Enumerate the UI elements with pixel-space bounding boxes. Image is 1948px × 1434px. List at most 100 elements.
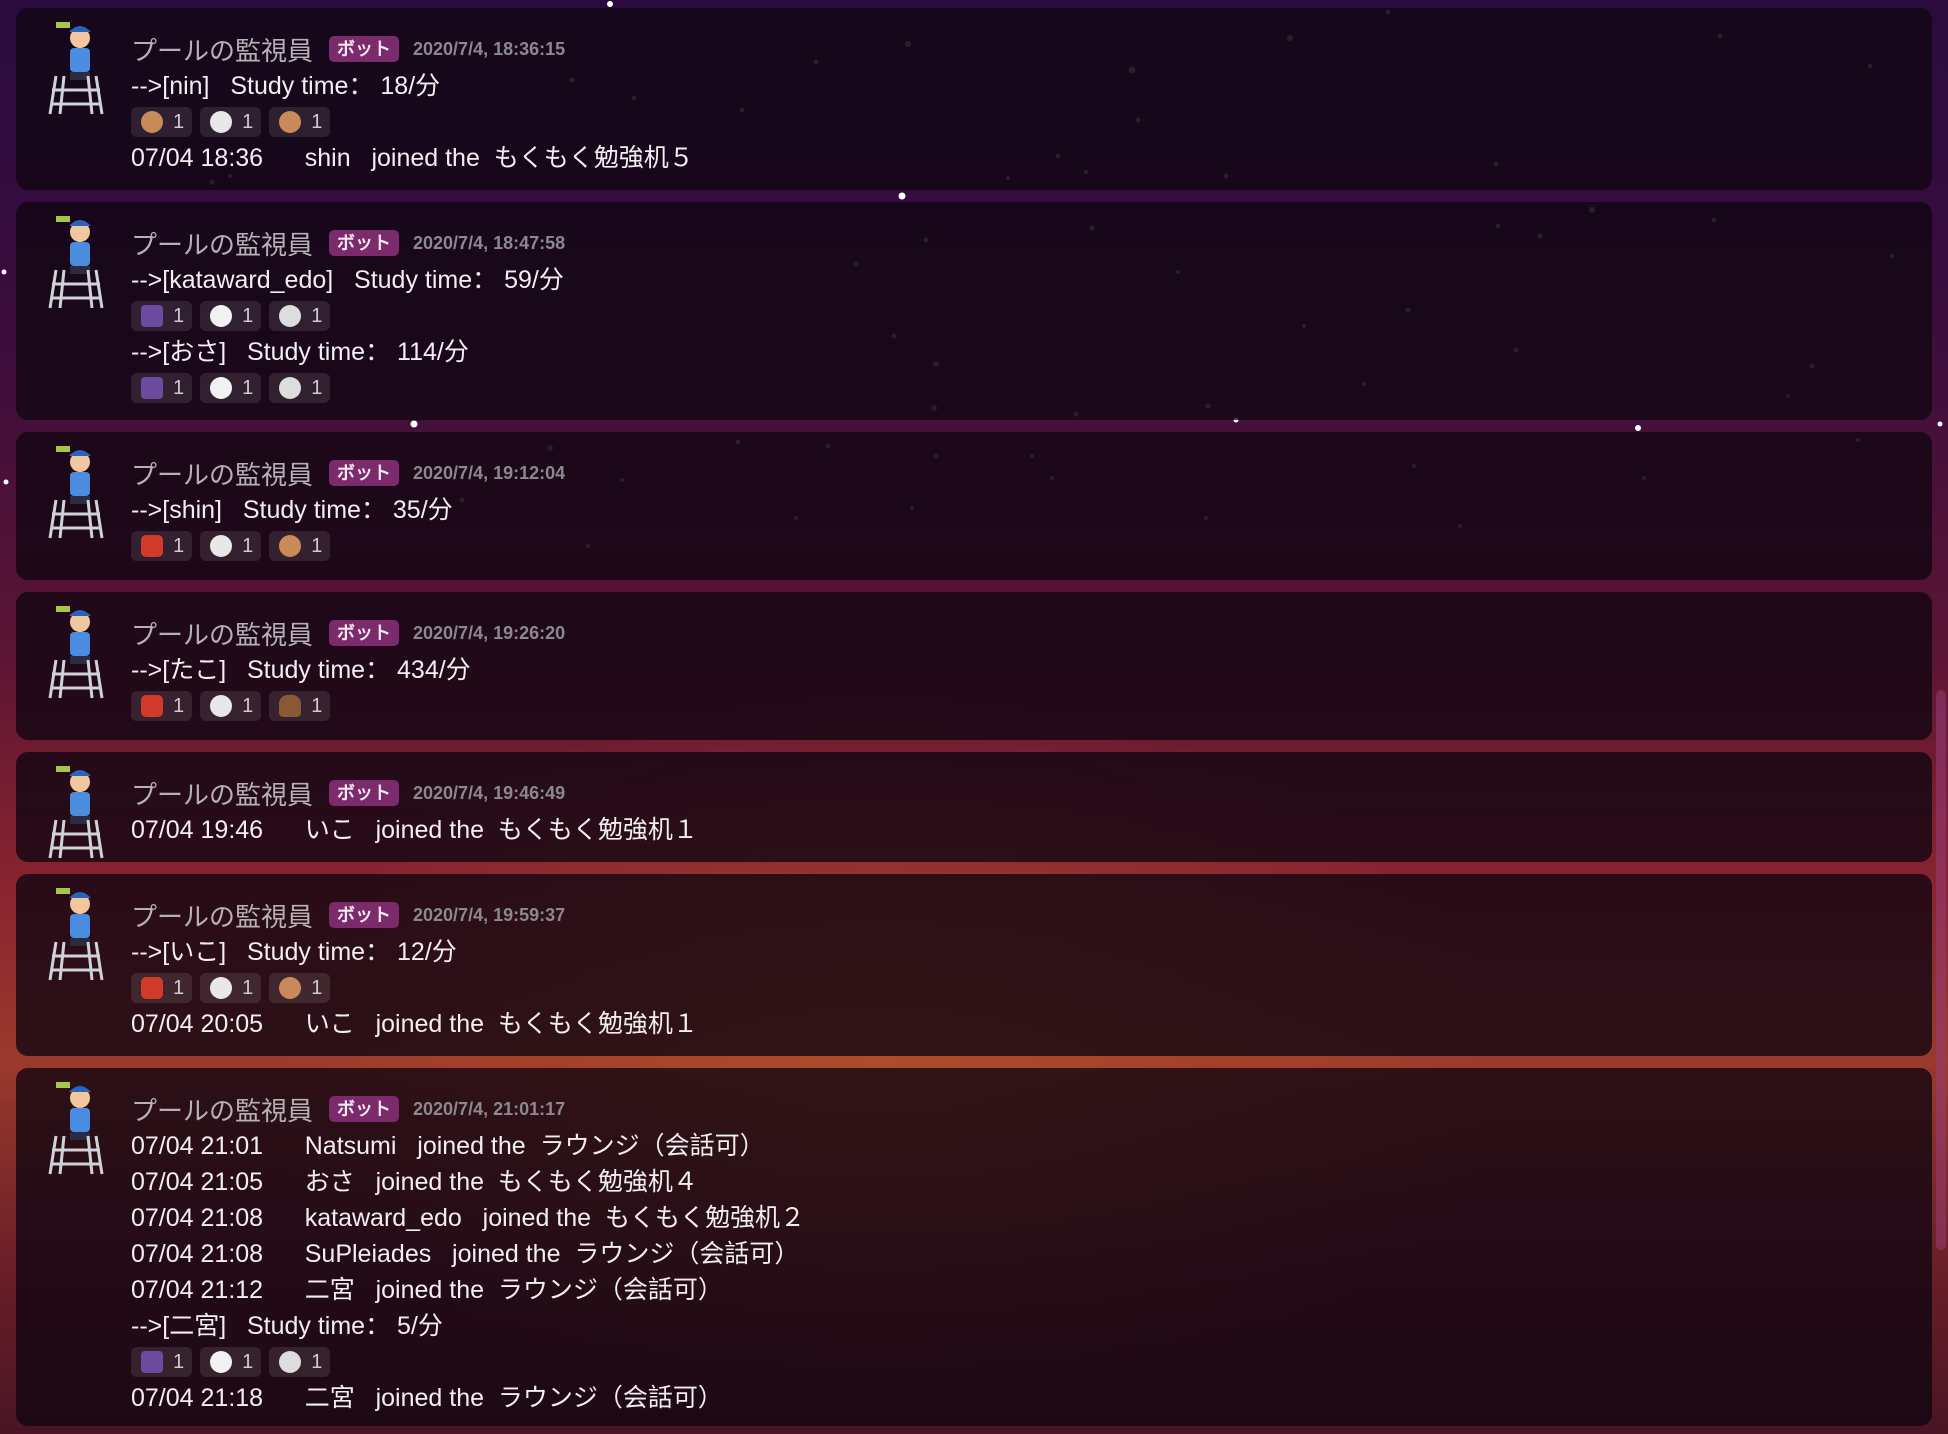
reaction[interactable]: 1	[200, 691, 262, 721]
reaction[interactable]: 1	[131, 1347, 193, 1377]
skull-icon	[210, 695, 233, 717]
message-line: 07/04 18:36 shin joined the もくもく勉強机５	[131, 144, 694, 172]
reaction-bar: 1 1 1	[131, 970, 1912, 1006]
reaction[interactable]: 1	[269, 301, 331, 331]
reaction[interactable]: 1	[269, 107, 331, 137]
reaction-bar: 1 1 1	[131, 104, 1912, 140]
reaction[interactable]: 1	[131, 691, 193, 721]
reaction[interactable]: 1	[200, 373, 262, 403]
bot-badge: ボット	[329, 1096, 400, 1122]
reaction-bar: 1 1 1	[131, 298, 1912, 334]
skull-icon	[210, 111, 233, 133]
message-timestamp: 2020/7/4, 19:26:20	[413, 622, 566, 643]
see-no-evil-monkey-icon	[141, 111, 163, 133]
author-name[interactable]: プールの監視員	[131, 31, 313, 68]
bot-badge: ボット	[329, 780, 400, 806]
reaction[interactable]: 1	[200, 107, 262, 137]
author-name[interactable]: プールの監視員	[131, 225, 313, 262]
lifeguard-avatar[interactable]	[42, 16, 110, 116]
reaction[interactable]: 1	[200, 973, 262, 1003]
author-name[interactable]: プールの監視員	[131, 615, 313, 652]
reaction[interactable]: 1	[131, 531, 193, 561]
message: プールの監視員 ボット 2020/7/4, 18:47:58 -->[kataw…	[16, 202, 1932, 420]
message: プールの監視員 ボット 2020/7/4, 19:26:20 -->[たこ] S…	[16, 592, 1932, 740]
reaction[interactable]: 1	[269, 973, 331, 1003]
alien-monster-icon	[141, 305, 163, 327]
lifeguard-avatar[interactable]	[42, 760, 110, 860]
reaction[interactable]: 1	[131, 107, 193, 137]
message-line: -->[いこ] Study time： 12/分	[131, 938, 457, 966]
scrollbar-thumb[interactable]	[1936, 690, 1946, 1250]
reaction[interactable]: 1	[200, 1347, 262, 1377]
message-line: 07/04 21:18 二宮 joined the ラウンジ（会話可）	[131, 1384, 723, 1412]
bot-badge: ボット	[329, 460, 400, 486]
ogre-icon	[141, 977, 163, 999]
clown-icon	[210, 377, 233, 399]
reaction[interactable]: 1	[200, 531, 262, 561]
reaction[interactable]: 1	[131, 301, 193, 331]
message-line: -->[nin] Study time： 18/分	[131, 72, 441, 100]
reaction-bar: 1 1 1	[131, 688, 1912, 724]
reaction-bar: 1 1 1	[131, 1344, 1912, 1380]
bot-badge: ボット	[329, 620, 400, 646]
message: プールの監視員 ボット 2020/7/4, 18:36:15 -->[nin] …	[16, 8, 1932, 190]
see-no-evil-monkey-icon	[279, 535, 302, 557]
clown-icon	[210, 1351, 233, 1373]
message-timestamp: 2020/7/4, 19:46:49	[413, 782, 566, 803]
alien-monster-icon	[141, 1351, 163, 1373]
author-name[interactable]: プールの監視員	[131, 897, 313, 934]
author-name[interactable]: プールの監視員	[131, 1091, 313, 1128]
message-timestamp: 2020/7/4, 18:47:58	[413, 232, 566, 253]
message-timestamp: 2020/7/4, 21:01:17	[413, 1098, 566, 1119]
message: プールの監視員 ボット 2020/7/4, 21:01:17 07/04 21:…	[16, 1068, 1932, 1426]
ghost-icon	[279, 1351, 302, 1373]
ogre-icon	[141, 695, 163, 717]
message-line: -->[たこ] Study time： 434/分	[131, 656, 471, 684]
message-line: 07/04 21:05 おさ joined the もくもく勉強机４	[131, 1168, 698, 1196]
message-line: 07/04 21:12 二宮 joined the ラウンジ（会話可）	[131, 1276, 723, 1304]
reaction[interactable]: 1	[131, 373, 193, 403]
skull-icon	[210, 535, 233, 557]
message-line: 07/04 19:46 いこ joined the もくもく勉強机１	[131, 816, 698, 844]
message: プールの監視員 ボット 2020/7/4, 19:12:04 -->[shin]…	[16, 432, 1932, 580]
lifeguard-avatar[interactable]	[42, 600, 110, 700]
reaction[interactable]: 1	[269, 373, 331, 403]
message-line: -->[二宮] Study time： 5/分	[131, 1312, 443, 1340]
reaction-bar: 1 1 1	[131, 528, 1912, 564]
lifeguard-avatar[interactable]	[42, 440, 110, 540]
message-timestamp: 2020/7/4, 18:36:15	[413, 38, 566, 59]
message: プールの監視員 ボット 2020/7/4, 19:46:49 07/04 19:…	[16, 752, 1932, 862]
message-line: -->[おさ] Study time： 114/分	[131, 338, 469, 366]
poop-icon	[279, 695, 302, 717]
message: プールの監視員 ボット 2020/7/4, 19:59:37 -->[いこ] S…	[16, 874, 1932, 1056]
see-no-evil-monkey-icon	[279, 977, 302, 999]
skull-icon	[210, 977, 233, 999]
lifeguard-avatar[interactable]	[42, 1076, 110, 1176]
reaction[interactable]: 1	[131, 973, 193, 1003]
author-name[interactable]: プールの監視員	[131, 455, 313, 492]
reaction-bar: 1 1 1	[131, 370, 1912, 406]
alien-monster-icon	[141, 377, 163, 399]
message-line: 07/04 21:08 SuPleiades joined the ラウンジ（会…	[131, 1240, 800, 1268]
message-line: 07/04 21:08 kataward_edo joined the もくもく…	[131, 1204, 805, 1232]
lifeguard-avatar[interactable]	[42, 210, 110, 310]
bot-badge: ボット	[329, 230, 400, 256]
reaction[interactable]: 1	[200, 301, 262, 331]
author-name[interactable]: プールの監視員	[131, 775, 313, 812]
see-no-evil-monkey-icon	[279, 111, 302, 133]
reaction[interactable]: 1	[269, 1347, 331, 1377]
reaction[interactable]: 1	[269, 691, 331, 721]
ghost-icon	[279, 377, 302, 399]
message-timestamp: 2020/7/4, 19:12:04	[413, 462, 566, 483]
ghost-icon	[279, 305, 302, 327]
message-line: -->[kataward_edo] Study time： 59/分	[131, 266, 564, 294]
message-timestamp: 2020/7/4, 19:59:37	[413, 904, 566, 925]
message-line: -->[shin] Study time： 35/分	[131, 496, 453, 524]
reaction[interactable]: 1	[269, 531, 331, 561]
lifeguard-avatar[interactable]	[42, 882, 110, 982]
message-line: 07/04 20:05 いこ joined the もくもく勉強机１	[131, 1010, 698, 1038]
ogre-icon	[141, 535, 163, 557]
message-line: 07/04 21:01 Natsumi joined the ラウンジ（会話可）	[131, 1132, 765, 1160]
bot-badge: ボット	[329, 902, 400, 928]
clown-icon	[210, 305, 233, 327]
